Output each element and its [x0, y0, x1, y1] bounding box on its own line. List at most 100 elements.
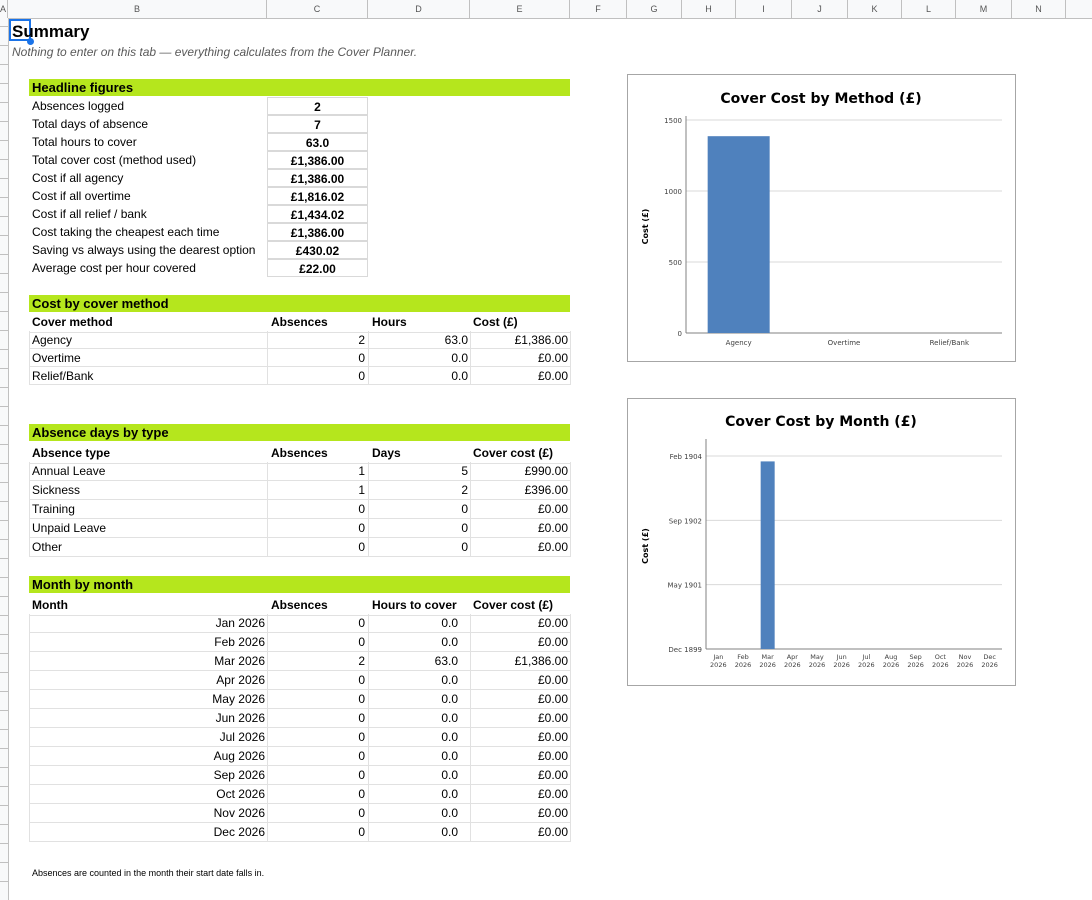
monthly-cell[interactable]: £0.00: [470, 690, 568, 709]
absence_type-cell[interactable]: £396.00: [470, 481, 568, 500]
column-header-j[interactable]: J: [792, 0, 848, 18]
monthly-cell[interactable]: Jul 2026: [29, 728, 265, 747]
absence_type-cell[interactable]: Unpaid Leave: [32, 519, 106, 538]
monthly-cell[interactable]: Feb 2026: [29, 633, 265, 652]
monthly-cell[interactable]: Aug 2026: [29, 747, 265, 766]
headline-value[interactable]: £1,386.00: [267, 223, 368, 241]
absence_type-cell[interactable]: Training: [32, 500, 75, 519]
column-header-i[interactable]: I: [736, 0, 792, 18]
column-header-b[interactable]: B: [8, 0, 267, 18]
absence_type-cell[interactable]: £990.00: [470, 462, 568, 481]
monthly-cell[interactable]: 0.0: [368, 671, 458, 690]
monthly-cell[interactable]: £0.00: [470, 633, 568, 652]
monthly-cell[interactable]: 0: [267, 804, 365, 823]
absence_type-cell[interactable]: £0.00: [470, 538, 568, 557]
column-header-a[interactable]: A: [0, 0, 8, 18]
monthly-cell[interactable]: 2: [267, 652, 365, 671]
monthly-cell[interactable]: Jan 2026: [29, 614, 265, 633]
monthly-cell[interactable]: £0.00: [470, 747, 568, 766]
monthly-cell[interactable]: 0.0: [368, 614, 458, 633]
monthly-cell[interactable]: Apr 2026: [29, 671, 265, 690]
headline-value[interactable]: 63.0: [267, 133, 368, 151]
monthly-cell[interactable]: 0: [267, 747, 365, 766]
monthly-cell[interactable]: 63.0: [368, 652, 458, 671]
absence_type-cell[interactable]: 1: [267, 481, 365, 500]
monthly-cell[interactable]: 0.0: [368, 747, 458, 766]
absence_type-cell[interactable]: Sickness: [32, 481, 80, 500]
monthly-cell[interactable]: 0.0: [368, 728, 458, 747]
monthly-cell[interactable]: £0.00: [470, 766, 568, 785]
headline-value[interactable]: £1,434.02: [267, 205, 368, 223]
monthly-cell[interactable]: 0: [267, 709, 365, 728]
monthly-cell[interactable]: 0.0: [368, 804, 458, 823]
x-tick-label-year: 2026: [907, 661, 924, 669]
column-header-e[interactable]: E: [470, 0, 570, 18]
absence_type-cell[interactable]: 0: [368, 538, 468, 557]
monthly-cell[interactable]: £0.00: [470, 671, 568, 690]
row-divider: [0, 672, 8, 673]
chart-cost-by-month[interactable]: Cover Cost by Month (£) Cost (£) Dec 1899 M…: [627, 398, 1016, 686]
monthly-cell[interactable]: 0: [267, 785, 365, 804]
monthly-cell[interactable]: 0.0: [368, 690, 458, 709]
monthly-cell[interactable]: £0.00: [470, 785, 568, 804]
column-header-d[interactable]: D: [368, 0, 470, 18]
absence_type-cell[interactable]: 0: [267, 500, 365, 519]
monthly-cell[interactable]: Oct 2026: [29, 785, 265, 804]
monthly-cell[interactable]: Jun 2026: [29, 709, 265, 728]
absence_type-cell[interactable]: 0: [267, 538, 365, 557]
column-header-m[interactable]: M: [956, 0, 1012, 18]
monthly-cell[interactable]: May 2026: [29, 690, 265, 709]
headline-value[interactable]: £1,816.02: [267, 187, 368, 205]
headline-value[interactable]: £1,386.00: [267, 169, 368, 187]
x-tick-label-year: 2026: [981, 661, 998, 669]
absence_type-cell[interactable]: Annual Leave: [32, 462, 105, 481]
column-header-n[interactable]: N: [1012, 0, 1066, 18]
monthly-cell[interactable]: 0.0: [368, 823, 458, 842]
monthly-cell[interactable]: 0: [267, 823, 365, 842]
absence_type-cell[interactable]: £0.00: [470, 500, 568, 519]
column-header-g[interactable]: G: [627, 0, 682, 18]
headline-value[interactable]: £1,386.00: [267, 151, 368, 169]
monthly-cell[interactable]: Nov 2026: [29, 804, 265, 823]
row-header-gutter: [0, 18, 9, 900]
monthly-cell[interactable]: 0: [267, 766, 365, 785]
bar-mar-2026: [760, 461, 775, 649]
column-header-k[interactable]: K: [848, 0, 902, 18]
absence_type-cell[interactable]: 0: [267, 519, 365, 538]
monthly-cell[interactable]: £0.00: [470, 804, 568, 823]
absence_type-cell[interactable]: 2: [368, 481, 468, 500]
monthly-cell[interactable]: Mar 2026: [29, 652, 265, 671]
monthly-cell[interactable]: 0: [267, 633, 365, 652]
absence_type-cell[interactable]: 1: [267, 462, 365, 481]
headline-value[interactable]: £22.00: [267, 259, 368, 277]
monthly-cell[interactable]: 0: [267, 690, 365, 709]
monthly-cell[interactable]: Sep 2026: [29, 766, 265, 785]
headline-value[interactable]: 7: [267, 115, 368, 133]
monthly-cell[interactable]: £0.00: [470, 614, 568, 633]
absence_type-cell[interactable]: 0: [368, 500, 468, 519]
column-header-l[interactable]: L: [902, 0, 956, 18]
monthly-cell[interactable]: 0.0: [368, 766, 458, 785]
chart-cost-by-method[interactable]: Cover Cost by Method (£) Cost (£) 0 500 1000…: [627, 74, 1016, 362]
headline-value[interactable]: £430.02: [267, 241, 368, 259]
column-header-h[interactable]: H: [682, 0, 736, 18]
monthly-cell[interactable]: Dec 2026: [29, 823, 265, 842]
headline-value[interactable]: 2: [267, 97, 368, 115]
absence_type-cell[interactable]: Other: [32, 538, 62, 557]
monthly-cell[interactable]: 0.0: [368, 709, 458, 728]
monthly-cell[interactable]: £0.00: [470, 823, 568, 842]
column-header-f[interactable]: F: [570, 0, 627, 18]
monthly-cell[interactable]: £0.00: [470, 709, 568, 728]
absence_type-cell[interactable]: 0: [368, 519, 468, 538]
monthly-cell[interactable]: £1,386.00: [470, 652, 568, 671]
column-header-c[interactable]: C: [267, 0, 368, 18]
monthly-cell[interactable]: 0.0: [368, 785, 458, 804]
monthly-cell[interactable]: 0: [267, 671, 365, 690]
monthly-cell[interactable]: 0.0: [368, 633, 458, 652]
absence_type-cell[interactable]: £0.00: [470, 519, 568, 538]
monthly-cell[interactable]: £0.00: [470, 728, 568, 747]
monthly-cell[interactable]: 0: [267, 728, 365, 747]
monthly-cell[interactable]: 0: [267, 614, 365, 633]
row-divider: [0, 235, 8, 236]
absence_type-cell[interactable]: 5: [368, 462, 468, 481]
